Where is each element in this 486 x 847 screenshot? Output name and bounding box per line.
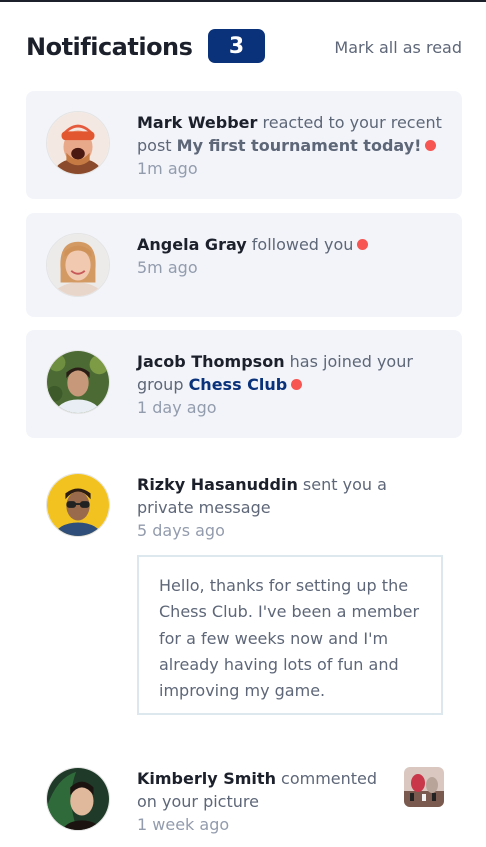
notification-item[interactable]: Jacob Thompson has joined your group Che… xyxy=(26,330,462,438)
unread-dot xyxy=(425,140,437,151)
notification-action: followed you xyxy=(246,235,354,254)
avatar-mark-webber-icon[interactable] xyxy=(46,111,110,175)
notification-text: Mark Webber reacted to your recent post … xyxy=(137,111,444,180)
user-name[interactable]: Angela Gray xyxy=(137,235,247,254)
avatar-kimberly-smith-icon[interactable] xyxy=(46,767,110,831)
avatar-angela-gray-icon[interactable] xyxy=(46,233,110,297)
user-name[interactable]: Mark Webber xyxy=(137,113,257,132)
group-link[interactable]: Chess Club xyxy=(189,375,288,394)
unread-dot xyxy=(291,379,303,390)
avatar-jacob-thompson-icon[interactable] xyxy=(46,350,110,414)
avatar-rizky-hasanuddin-icon[interactable] xyxy=(46,473,110,537)
notification-item[interactable]: Angela Gray followed you 5m ago xyxy=(26,213,462,317)
notification-text: Jacob Thompson has joined your group Che… xyxy=(137,350,444,419)
page-title: Notifications xyxy=(26,33,193,61)
mark-all-read-button[interactable]: Mark all as read xyxy=(334,38,462,57)
notification-text: Rizky Hasanuddin sent you a private mess… xyxy=(137,473,444,542)
notification-item[interactable]: Kimberly Smith commented on your picture… xyxy=(26,747,462,847)
user-name[interactable]: Jacob Thompson xyxy=(137,352,285,371)
notification-item[interactable]: Mark Webber reacted to your recent post … xyxy=(26,91,462,199)
notification-time: 1m ago xyxy=(137,159,198,178)
post-link[interactable]: My first tournament today! xyxy=(177,136,422,155)
private-message-preview[interactable]: Hello, thanks for setting up the Chess C… xyxy=(137,555,443,715)
notification-time: 5m ago xyxy=(137,258,198,277)
notification-text: Angela Gray followed you 5m ago xyxy=(137,233,444,279)
notification-text: Kimberly Smith commented on your picture… xyxy=(137,767,392,836)
unread-count-badge: 3 xyxy=(208,29,265,63)
notification-time: 1 day ago xyxy=(137,398,217,417)
unread-dot xyxy=(357,239,369,250)
notification-time: 1 week ago xyxy=(137,815,230,834)
chess-picture-thumbnail-icon[interactable] xyxy=(404,767,444,807)
user-name[interactable]: Rizky Hasanuddin xyxy=(137,475,298,494)
notification-time: 5 days ago xyxy=(137,521,225,540)
user-name[interactable]: Kimberly Smith xyxy=(137,769,276,788)
notifications-header: Notifications 3 Mark all as read xyxy=(26,26,462,70)
